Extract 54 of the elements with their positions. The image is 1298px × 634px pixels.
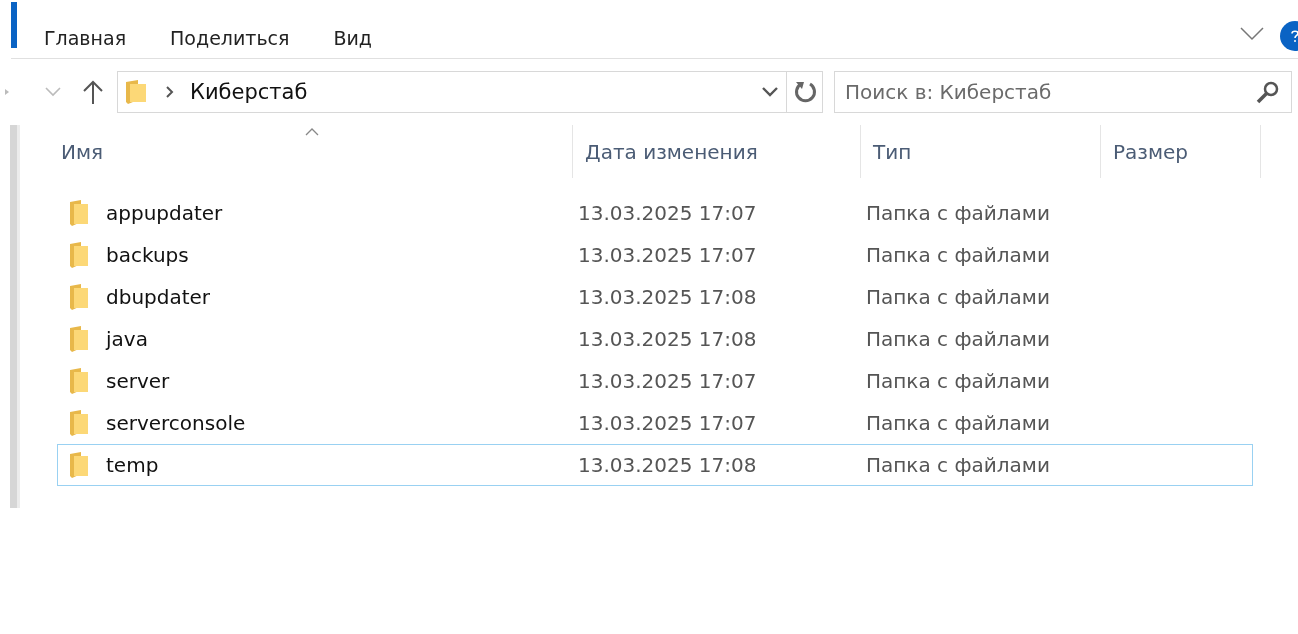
address-bar[interactable]: Киберстаб xyxy=(117,71,787,113)
file-name: serverconsole xyxy=(106,411,246,435)
file-row[interactable]: java 13.03.2025 17:08 Папка с файлами xyxy=(57,318,1253,360)
chevron-down-icon[interactable] xyxy=(1240,27,1264,41)
modified-date: 13.03.2025 17:07 xyxy=(578,243,757,267)
path-segment[interactable]: Киберстаб xyxy=(190,80,308,104)
folder-icon xyxy=(70,368,88,394)
file-name: backups xyxy=(106,243,189,267)
column-header[interactable]: Дата изменения xyxy=(585,139,758,164)
file-row[interactable]: appupdater 13.03.2025 17:07 Папка с файлами xyxy=(57,192,1253,234)
chevron-right-icon xyxy=(166,86,174,98)
folder-icon xyxy=(70,242,88,268)
file-type: Папка с файлами xyxy=(866,453,1050,477)
file-name: dbupdater xyxy=(106,285,211,309)
folder-icon xyxy=(70,284,88,310)
file-name: java xyxy=(106,327,148,351)
file-row[interactable]: serverconsole 13.03.2025 17:07 Папка с файлами xyxy=(57,402,1253,444)
file-row[interactable]: backups 13.03.2025 17:07 Папка с файлами xyxy=(57,234,1253,276)
scrollbar[interactable] xyxy=(10,125,20,508)
ribbon-tab[interactable]: Вид xyxy=(321,27,384,49)
ribbon-tab[interactable]: Главная xyxy=(32,27,139,49)
folder-icon xyxy=(70,200,88,226)
modified-date: 13.03.2025 17:07 xyxy=(578,369,757,393)
search-icon xyxy=(1256,80,1280,104)
ribbon-tab[interactable]: Поделиться xyxy=(158,27,302,49)
up-arrow-icon[interactable] xyxy=(83,80,103,104)
file-type: Папка с файлами xyxy=(866,285,1050,309)
file-name: appupdater xyxy=(106,201,223,225)
file-name: temp xyxy=(106,453,159,477)
search-field[interactable]: Поиск в: Киберстаб xyxy=(834,71,1292,113)
modified-date: 13.03.2025 17:08 xyxy=(578,453,757,477)
file-name: server xyxy=(106,369,170,393)
file-row[interactable]: server 13.03.2025 17:07 Папка с файлами xyxy=(57,360,1253,402)
refresh-icon xyxy=(792,80,817,104)
modified-date: 13.03.2025 17:07 xyxy=(578,201,757,225)
chevron-down-icon[interactable] xyxy=(762,87,778,97)
modified-date: 13.03.2025 17:07 xyxy=(578,411,757,435)
column-header[interactable]: Имя xyxy=(61,139,104,164)
modified-date: 13.03.2025 17:08 xyxy=(578,327,757,351)
file-type: Папка с файлами xyxy=(866,369,1050,393)
folder-icon xyxy=(126,80,146,104)
file-type: Папка с файлами xyxy=(866,243,1050,267)
file-row[interactable]: temp 13.03.2025 17:08 Папка с файлами xyxy=(57,444,1253,486)
modified-date: 13.03.2025 17:08 xyxy=(578,285,757,309)
folder-icon xyxy=(70,326,88,352)
file-type: Папка с файлами xyxy=(866,411,1050,435)
folder-icon xyxy=(70,410,88,436)
column-header[interactable]: Размер xyxy=(1113,139,1189,164)
file-type: Папка с файлами xyxy=(866,201,1050,225)
file-type: Папка с файлами xyxy=(866,327,1050,351)
refresh-button[interactable] xyxy=(787,71,823,113)
column-header[interactable]: Тип xyxy=(873,139,912,164)
file-row[interactable]: dbupdater 13.03.2025 17:08 Папка с файлами xyxy=(57,276,1253,318)
folder-icon xyxy=(70,452,88,478)
